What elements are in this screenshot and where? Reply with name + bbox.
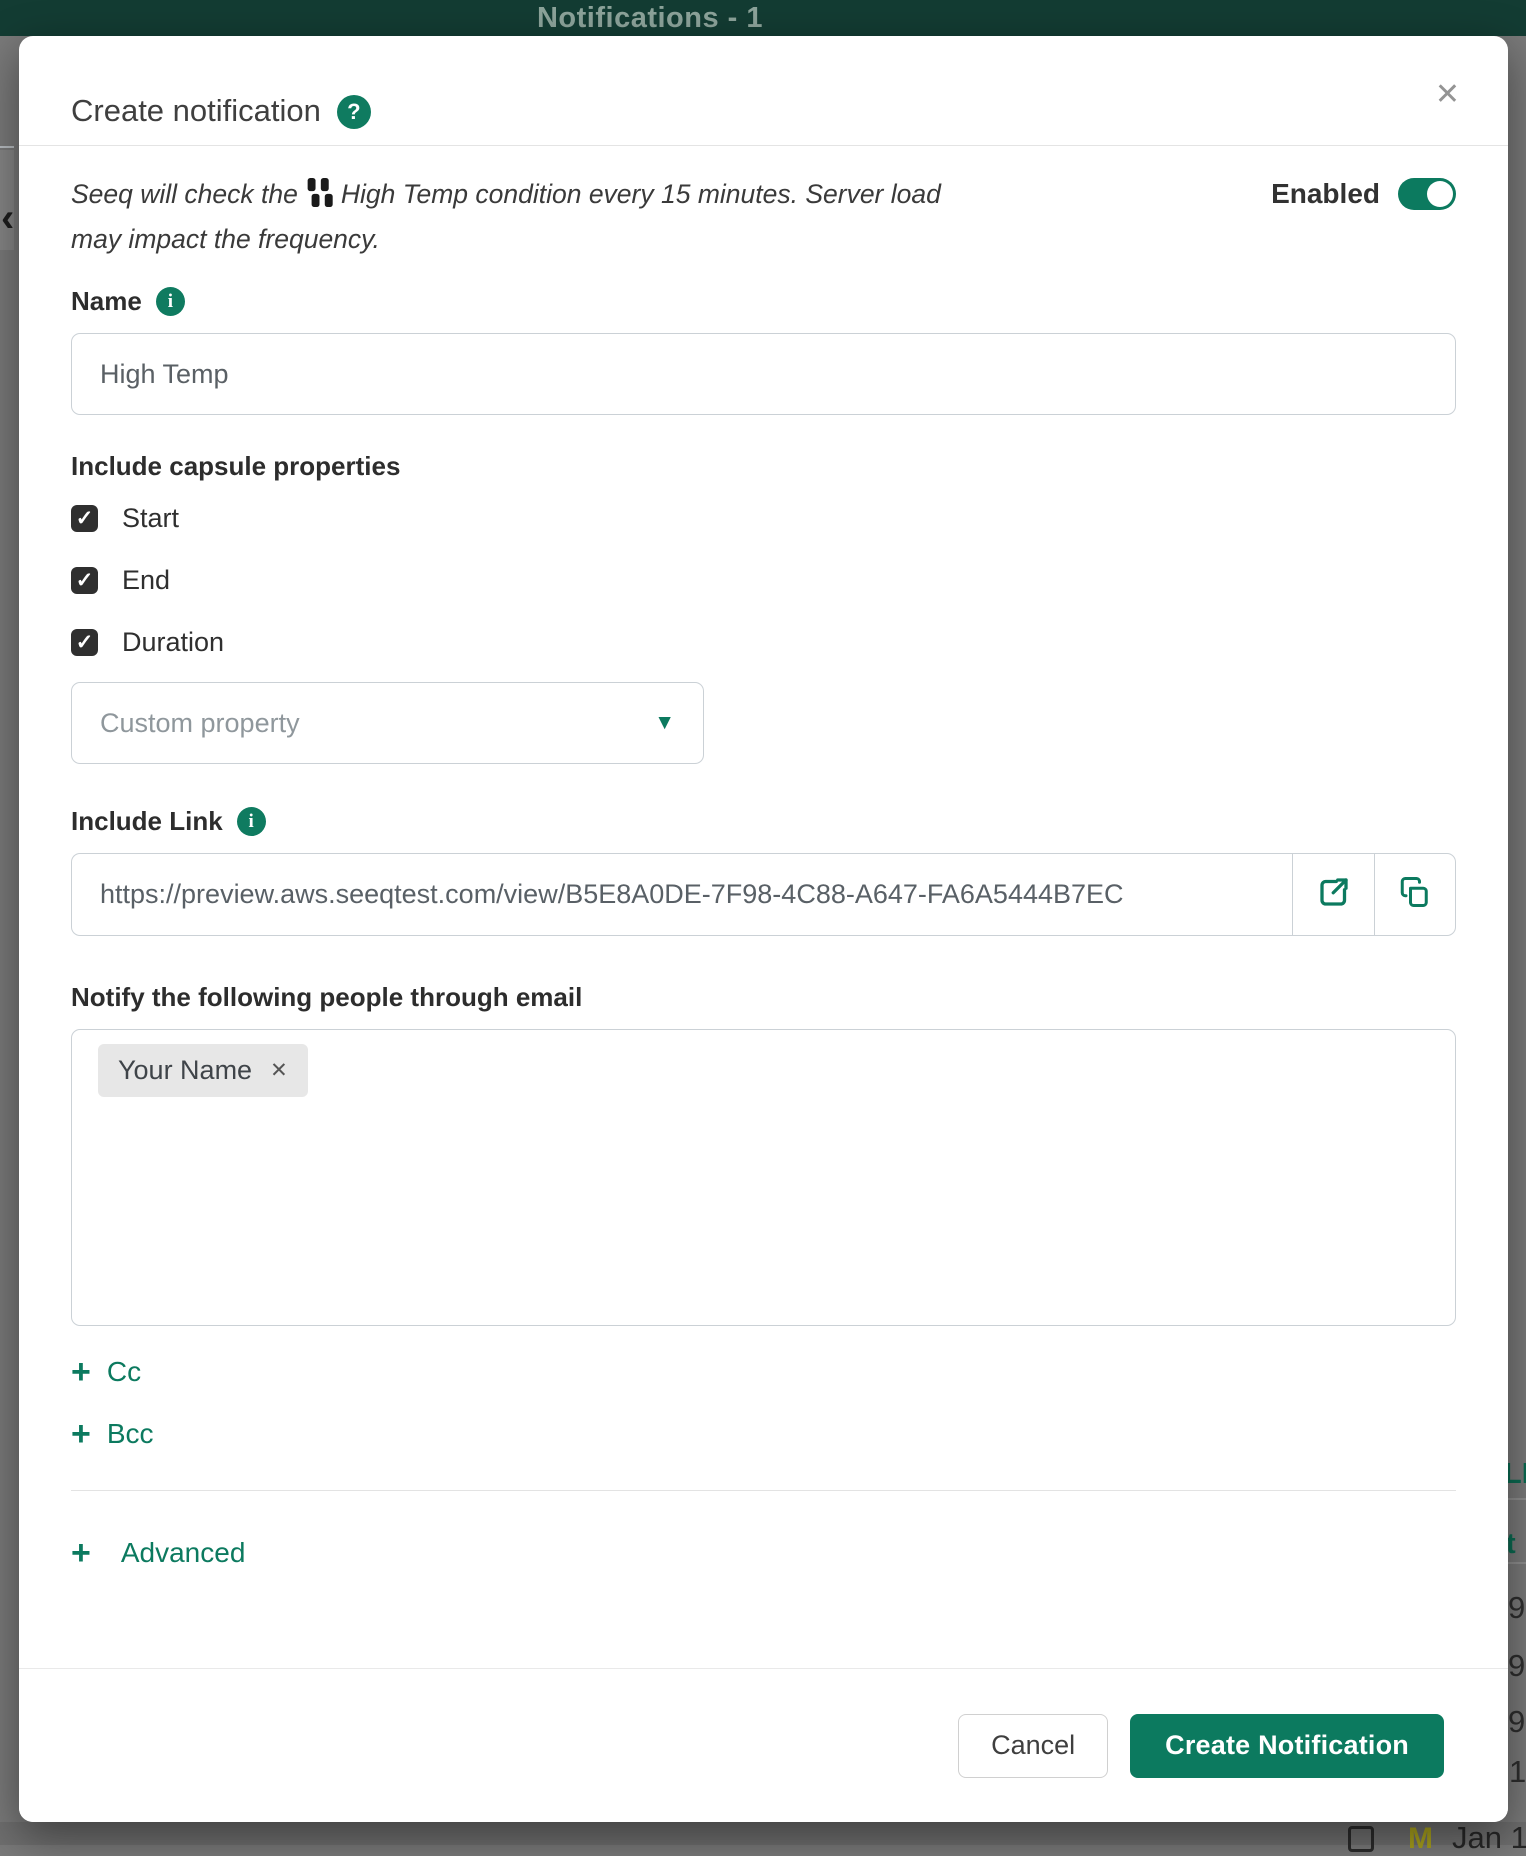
info-icon[interactable]: i: [236, 807, 266, 836]
background-date-fragment: Jan 1: [1452, 1820, 1526, 1855]
recipient-name: Your Name: [118, 1055, 253, 1085]
intro-row: Seeq will check the High Temp condition e…: [71, 174, 1456, 260]
advanced-toggle-link[interactable]: + Advanced: [71, 1534, 246, 1572]
copy-link-button[interactable]: [1374, 853, 1456, 936]
plus-icon: +: [71, 1353, 91, 1391]
check-icon: ✓: [75, 506, 94, 530]
open-link-button[interactable]: [1292, 853, 1374, 936]
background-row-divider: [1508, 1562, 1526, 1564]
advanced-label: Advanced: [120, 1537, 246, 1568]
enabled-label: Enabled: [1271, 178, 1380, 209]
background-fragment: 9: [1508, 1704, 1526, 1739]
checkbox-row-end[interactable]: ✓ End: [71, 554, 1456, 606]
background-checkbox: [1348, 1826, 1374, 1852]
checkbox-label: Start: [122, 502, 180, 533]
plus-icon: +: [71, 1415, 91, 1453]
plus-icon: +: [71, 1534, 91, 1572]
name-label: Name: [71, 286, 142, 316]
create-notification-dialog: Create notification ? ✕ Seeq will check …: [19, 36, 1508, 1822]
checkbox-row-start[interactable]: ✓ Start: [71, 492, 1456, 544]
background-worksheet-title: Notifications - 1: [536, 2, 763, 34]
add-bcc-link[interactable]: + Bcc: [71, 1415, 154, 1453]
external-link-icon: [1316, 874, 1352, 915]
checkbox-row-duration[interactable]: ✓ Duration: [71, 616, 1456, 668]
custom-property-select[interactable]: Custom property ▼: [71, 682, 704, 764]
schedule-description: Seeq will check the High Temp condition e…: [71, 174, 991, 260]
link-input-group: [71, 853, 1456, 936]
background-panel-edge: [0, 146, 14, 148]
check-icon: ✓: [75, 630, 94, 654]
link-url-input[interactable]: [71, 853, 1292, 936]
info-icon[interactable]: i: [155, 287, 185, 316]
checkbox-label: Duration: [122, 626, 225, 657]
background-fragment: 9: [1508, 1648, 1526, 1683]
add-cc-link[interactable]: + Cc: [71, 1353, 142, 1391]
capsule-properties-heading: Include capsule properties: [71, 451, 401, 481]
chevron-down-icon: ▼: [654, 711, 675, 734]
recipients-input-area[interactable]: Your Name ✕: [71, 1029, 1456, 1326]
checkbox-label: End: [122, 564, 171, 595]
chevron-left-icon: ‹: [1, 196, 15, 240]
background-fragment: 1: [1509, 1754, 1526, 1789]
background-bottom-strip: [0, 1822, 1526, 1845]
background-fragment: 9: [1508, 1590, 1526, 1625]
check-icon: ✓: [75, 568, 94, 592]
cancel-button[interactable]: Cancel: [958, 1713, 1109, 1778]
recipient-chip: Your Name ✕: [98, 1044, 308, 1097]
cc-label: Cc: [106, 1356, 142, 1387]
dialog-title: Create notification: [71, 92, 321, 128]
enabled-control: Enabled: [1271, 178, 1456, 210]
checkbox-checked-icon[interactable]: ✓: [71, 504, 98, 532]
background-topbar: Notifications - 1: [0, 0, 1526, 36]
background-workbook-badge: M: [1408, 1822, 1433, 1855]
advanced-divider: [71, 1490, 1456, 1491]
name-input[interactable]: [71, 333, 1456, 415]
checkbox-checked-icon[interactable]: ✓: [71, 628, 98, 656]
dialog-body: Seeq will check the High Temp condition e…: [19, 146, 1508, 1572]
close-icon[interactable]: ✕: [1435, 80, 1460, 110]
include-link-label: Include Link: [71, 806, 223, 836]
bcc-label: Bcc: [106, 1418, 154, 1449]
notify-heading: Notify the following people through emai…: [71, 982, 583, 1012]
copy-icon: [1397, 874, 1433, 915]
help-icon[interactable]: ?: [336, 94, 371, 129]
include-link-label-row: Include Link i: [71, 806, 1456, 837]
background-row-divider: [1508, 1498, 1526, 1500]
remove-recipient-icon[interactable]: ✕: [270, 1060, 288, 1081]
create-notification-button[interactable]: Create Notification: [1130, 1713, 1444, 1778]
custom-property-placeholder: Custom property: [100, 707, 300, 738]
checkbox-checked-icon[interactable]: ✓: [71, 566, 98, 594]
dialog-header: Create notification ? ✕: [19, 36, 1508, 146]
enabled-toggle[interactable]: [1398, 178, 1456, 210]
schedule-description-start: Seeq will check the: [71, 179, 298, 209]
toggle-knob: [1427, 181, 1453, 207]
name-label-row: Name i: [71, 286, 1456, 317]
condition-bars-icon: [306, 178, 333, 219]
dialog-footer: Cancel Create Notification: [19, 1668, 1508, 1822]
